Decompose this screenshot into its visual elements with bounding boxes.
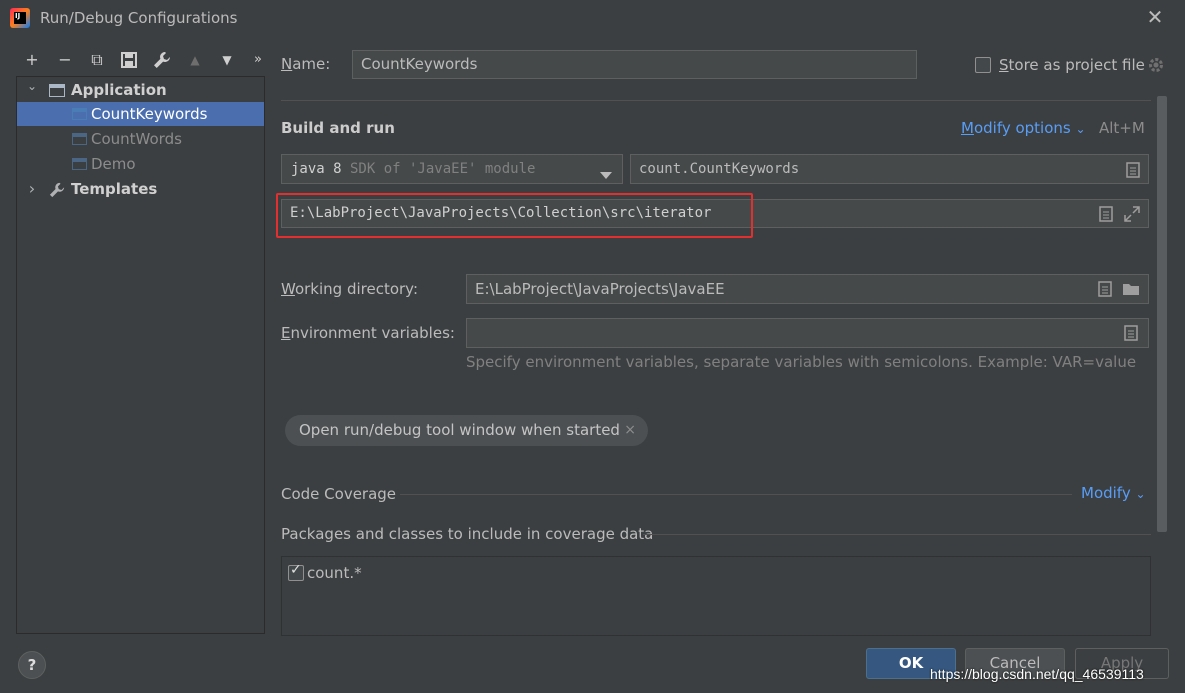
- tree-node-templates[interactable]: › Templates: [17, 177, 264, 201]
- environment-variables-input[interactable]: [466, 318, 1149, 348]
- name-input[interactable]: CountKeywords: [352, 50, 917, 79]
- expand-icon[interactable]: [1124, 206, 1140, 226]
- tree-item-label: CountKeywords: [91, 105, 208, 123]
- wrench-icon[interactable]: [150, 48, 174, 72]
- chevron-right-icon[interactable]: ›: [25, 177, 39, 201]
- highlight-annotation: [276, 193, 753, 238]
- more-icon[interactable]: »: [246, 48, 270, 72]
- wrench-icon: [49, 181, 65, 205]
- run-config-icon: [72, 158, 87, 170]
- jre-select[interactable]: java 8 SDK of 'JavaEE' module: [281, 154, 623, 184]
- run-config-icon: [72, 133, 87, 145]
- remove-icon[interactable]: −: [53, 48, 77, 72]
- add-icon[interactable]: +: [20, 48, 44, 72]
- tree-node-application[interactable]: ⌄ Application: [17, 78, 264, 102]
- help-button[interactable]: ?: [18, 651, 46, 679]
- application-icon: [49, 84, 65, 97]
- store-as-project-file-label: Store as project file: [999, 56, 1145, 74]
- working-directory-label: Working directory:: [281, 280, 419, 298]
- close-icon[interactable]: ✕: [1143, 5, 1167, 29]
- watermark: https://blog.csdn.net/qq_46539113: [930, 666, 1144, 682]
- scrollbar[interactable]: [1157, 96, 1167, 532]
- browse-icon[interactable]: [1124, 325, 1138, 345]
- coverage-packages-title: Packages and classes to include in cover…: [281, 525, 654, 543]
- tree-item-label: CountWords: [91, 130, 182, 148]
- chevron-down-icon: ⌄: [1135, 487, 1146, 501]
- tree-item-demo[interactable]: Demo: [17, 152, 264, 176]
- browse-icon[interactable]: [1126, 162, 1140, 182]
- build-and-run-title: Build and run: [281, 119, 395, 137]
- environment-variables-label: Environment variables:: [281, 324, 455, 342]
- run-config-icon: [72, 108, 87, 120]
- divider: [643, 534, 1151, 535]
- move-down-icon[interactable]: ▼: [215, 48, 239, 72]
- tree-label-application: Application: [71, 81, 167, 99]
- chevron-down-icon[interactable]: ⌄: [25, 74, 39, 98]
- coverage-entry-label: count.*: [307, 564, 362, 582]
- copy-icon[interactable]: ⧉: [85, 48, 109, 72]
- window-title: Run/Debug Configurations: [40, 9, 238, 27]
- name-label: Name:: [281, 55, 331, 73]
- modify-options-shortcut: Alt+M: [1099, 119, 1145, 137]
- coverage-entry-checkbox[interactable]: ✓: [288, 562, 304, 581]
- environment-variables-hint: Specify environment variables, separate …: [466, 353, 1137, 371]
- configuration-tree: ⌄ Application CountKeywords CountWords D…: [16, 76, 265, 634]
- tree-label-templates: Templates: [71, 180, 158, 198]
- move-up-icon[interactable]: ▲: [183, 48, 207, 72]
- folder-icon[interactable]: [1122, 282, 1140, 300]
- remove-chip-icon[interactable]: ×: [624, 415, 636, 446]
- store-as-project-file-checkbox[interactable]: [975, 57, 991, 73]
- modify-options-link[interactable]: Modify options ⌄: [961, 119, 1086, 137]
- divider: [281, 100, 1151, 101]
- browse-icon[interactable]: [1098, 281, 1112, 301]
- tree-item-label: Demo: [91, 155, 136, 173]
- save-icon[interactable]: [117, 48, 141, 72]
- dropdown-arrow-icon: [600, 166, 612, 184]
- open-tool-window-chip[interactable]: Open run/debug tool window when started …: [285, 415, 648, 446]
- browse-icon[interactable]: [1099, 206, 1113, 226]
- intellij-logo-icon: IJ: [10, 8, 30, 28]
- tree-item-countkeywords[interactable]: CountKeywords: [17, 102, 264, 126]
- list-item[interactable]: ✓ count.*: [286, 562, 586, 585]
- working-directory-input[interactable]: E:\LabProject\JavaProjects\JavaEE: [466, 274, 1149, 304]
- divider: [400, 494, 1072, 495]
- code-coverage-title: Code Coverage: [281, 485, 397, 503]
- coverage-modify-link[interactable]: Modify ⌄: [1081, 484, 1146, 502]
- gear-icon[interactable]: [1147, 56, 1165, 78]
- chevron-down-icon: ⌄: [1075, 122, 1086, 136]
- coverage-packages-list: ✓ count.*: [281, 556, 1151, 636]
- tree-item-countwords[interactable]: CountWords: [17, 127, 264, 151]
- main-class-input[interactable]: count.CountKeywords: [630, 154, 1149, 184]
